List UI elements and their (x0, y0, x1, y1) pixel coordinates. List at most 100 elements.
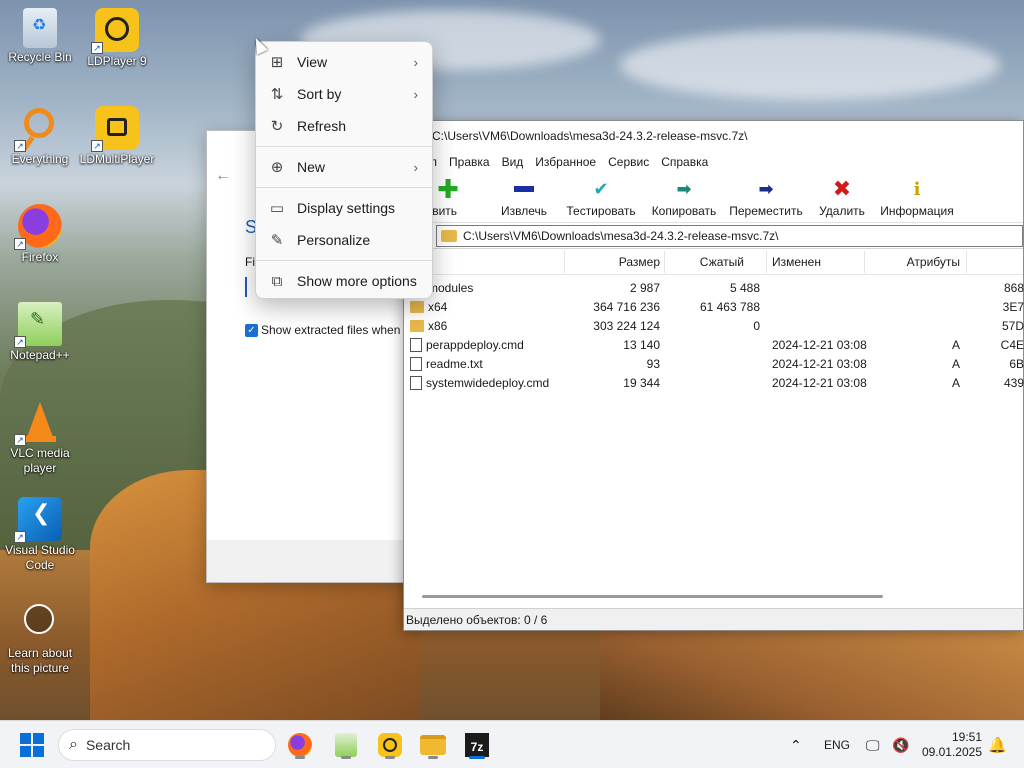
desktop-icon-notepadpp[interactable]: ✎ ↗ Notepad++ (0, 302, 80, 363)
cmd-file-icon (410, 376, 422, 390)
menu-view[interactable]: Вид (496, 155, 530, 169)
taskbar-firefox[interactable] (284, 729, 316, 761)
column-header-size[interactable]: Размер (564, 255, 660, 269)
extract-minus-icon (514, 178, 534, 200)
menu-separator (256, 260, 432, 261)
clock[interactable]: 19:51 09.01.2025 (920, 721, 982, 768)
delete-button[interactable]: ✖ Удалить (810, 173, 874, 222)
menu-item-refresh[interactable]: ↻ Refresh (256, 110, 432, 142)
dialog-field-input[interactable] (245, 277, 255, 297)
folder-icon (441, 229, 457, 242)
folder-icon (410, 320, 424, 332)
info-button[interactable]: i Информация (874, 173, 960, 222)
menu-tools[interactable]: Сервис (602, 155, 655, 169)
copy-button[interactable]: ➡ Копировать (646, 173, 722, 222)
chevron-right-icon: › (413, 159, 418, 175)
menu-item-new[interactable]: ⊕ New › (256, 151, 432, 183)
desktop-icon-firefox[interactable]: ↗ Firefox (0, 204, 80, 265)
show-extracted-checkbox[interactable]: ✓ (245, 323, 258, 337)
desktop-icon-recycle-bin[interactable]: ♻ Recycle Bin (0, 8, 80, 65)
everything-search-icon: ↗ (14, 106, 62, 152)
vscode-icon: ❮ ↗ (14, 497, 62, 543)
desktop-icon-learn-about-picture[interactable]: Learn about this picture (0, 600, 80, 676)
volume-muted-icon[interactable]: 🔇 (892, 721, 909, 768)
ldmultiplayer-icon: ↗ (91, 106, 139, 152)
menu-item-sort-by[interactable]: ⇅ Sort by › (256, 78, 432, 110)
table-row[interactable]: perappdeploy.cmd 13 140 2024-12-21 03:08… (404, 336, 1024, 355)
info-icon: i (913, 178, 921, 200)
menu-edit[interactable]: Правка (443, 155, 496, 169)
notifications-bell-icon[interactable]: 🔔 (988, 721, 1007, 768)
learn-about-picture-icon (18, 600, 62, 644)
status-bar: Выделено объектов: 0 / 6 (404, 608, 1023, 630)
chevron-right-icon: › (413, 54, 418, 70)
menu-bar: л Правка Вид Избранное Сервис Справка (404, 151, 1023, 173)
taskbar-7zip[interactable]: 7z (461, 729, 493, 761)
ldplayer-icon: ↗ (91, 8, 139, 54)
taskbar-file-explorer[interactable] (417, 729, 449, 761)
menu-item-personalize[interactable]: ✎ Personalize (256, 224, 432, 256)
table-row[interactable]: x86 303 224 124 0 57D (404, 317, 1024, 336)
desktop-icon-everything[interactable]: ↗ Everything (0, 106, 80, 167)
menu-favorites[interactable]: Избранное (529, 155, 602, 169)
text-file-icon (410, 357, 422, 371)
file-list: я Размер Сжатый Изменен Атрибуты modules… (404, 249, 1024, 590)
show-more-options-icon: ⧉ (271, 272, 283, 290)
desktop-icon-vscode[interactable]: ❮ ↗ Visual Studio Code (0, 497, 80, 573)
desktop-icon-ldmultiplayer[interactable]: ↗ LDMultiPlayer (77, 106, 157, 167)
taskbar: ⌕ Search 7z ⌃ ENG 🖵 🔇 19:51 09.01.2025 🔔 (0, 720, 1024, 768)
cloud (620, 30, 1000, 100)
taskbar-notepadpp[interactable] (330, 729, 362, 761)
new-plus-icon: ⊕ (270, 159, 284, 176)
show-extracted-checkbox-row[interactable]: ✓ Show extracted files when c (245, 323, 410, 337)
table-row[interactable]: systemwidedeploy.cmd 19 344 2024-12-21 0… (404, 374, 1024, 393)
language-indicator[interactable]: ENG (824, 721, 850, 768)
windows-logo-icon (20, 733, 44, 757)
table-row[interactable]: modules 2 987 5 488 868 (404, 279, 1024, 298)
firefox-icon (288, 733, 312, 757)
sort-icon: ⇅ (270, 86, 284, 103)
taskbar-ldplayer[interactable] (374, 729, 406, 761)
delete-x-icon: ✖ (832, 176, 852, 201)
start-button[interactable] (16, 729, 48, 761)
menu-item-view[interactable]: ⊞ View › (256, 46, 432, 78)
dialog-footer (207, 540, 435, 582)
extract-button[interactable]: Извлечь (492, 173, 556, 222)
firefox-icon: ↗ (14, 204, 62, 250)
sevenzip-window: C:\Users\VM6\Downloads\mesa3d-24.3.2-rel… (403, 120, 1024, 631)
menu-item-display-settings[interactable]: ▭ Display settings (256, 192, 432, 224)
menu-item-show-more-options[interactable]: ⧉ Show more options (256, 265, 432, 297)
table-row[interactable]: x64 364 716 236 61 463 788 3E7 (404, 298, 1024, 317)
dialog-field-label: Fi (245, 255, 255, 269)
refresh-icon: ↻ (270, 118, 284, 135)
toolbar: ✚ бавить Извлечь ✔ Тестировать ➡ Копиров… (404, 173, 1023, 223)
copy-arrow-icon: ➡ (676, 178, 692, 199)
window-title: C:\Users\VM6\Downloads\mesa3d-24.3.2-rel… (404, 121, 1023, 151)
cmd-file-icon (410, 338, 422, 352)
test-button[interactable]: ✔ Тестировать (556, 173, 646, 222)
folder-icon (420, 735, 446, 755)
taskbar-search-box[interactable]: ⌕ Search (58, 729, 276, 761)
column-header-attributes[interactable]: Атрибуты (864, 255, 960, 269)
chevron-right-icon: › (413, 86, 418, 102)
column-header-modified[interactable]: Изменен (772, 255, 821, 269)
desktop-icon-ldplayer[interactable]: ↗ LDPlayer 9 (77, 8, 157, 69)
move-arrow-icon: ➡ (758, 178, 774, 199)
table-row[interactable]: readme.txt 93 2024-12-21 03:08 A 6B (404, 355, 1024, 374)
clock-date: 09.01.2025 (921, 745, 982, 759)
menu-help[interactable]: Справка (655, 155, 714, 169)
show-hidden-icons-button[interactable]: ⌃ (790, 721, 802, 768)
network-icon[interactable]: 🖵 (866, 721, 880, 768)
notepadpp-icon: ✎ ↗ (14, 302, 62, 348)
vlc-icon: ↗ (14, 400, 62, 446)
chevron-up-icon: ⌃ (790, 736, 802, 753)
notepadpp-icon (335, 733, 357, 757)
horizontal-scrollbar[interactable] (422, 595, 883, 598)
back-arrow-icon[interactable]: ← (215, 167, 231, 185)
column-header-packed[interactable]: Сжатый (664, 255, 744, 269)
address-input[interactable]: C:\Users\VM6\Downloads\mesa3d-24.3.2-rel… (436, 224, 1023, 247)
move-button[interactable]: ➡ Переместить (722, 173, 810, 222)
cliff (600, 630, 1024, 730)
test-check-icon: ✔ (593, 178, 609, 199)
desktop-icon-vlc[interactable]: ↗ VLC media player (0, 400, 80, 476)
